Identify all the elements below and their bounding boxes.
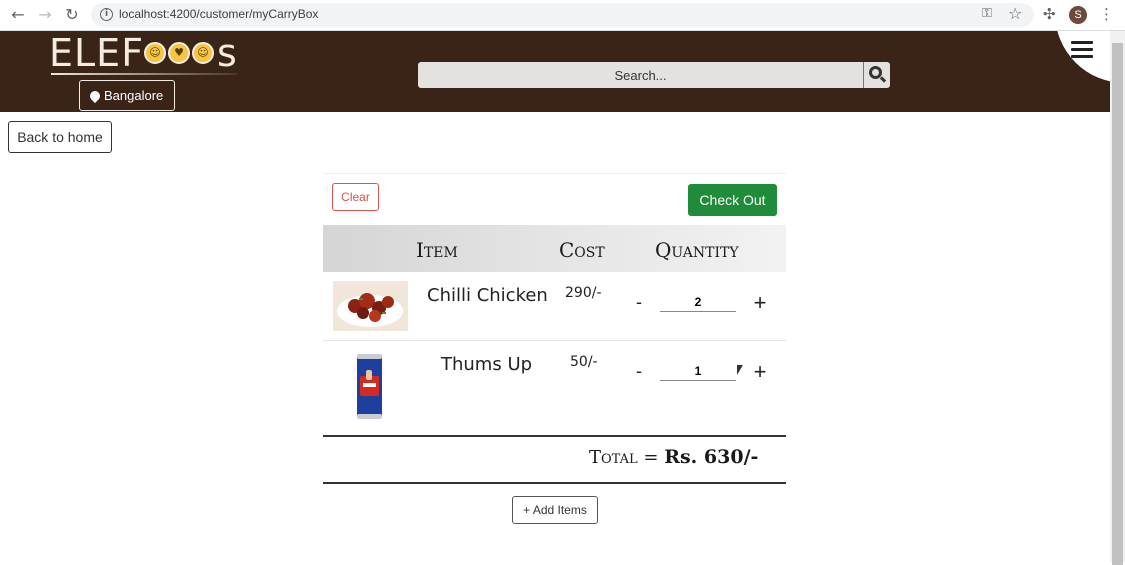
search-button[interactable] — [863, 62, 890, 88]
back-to-home-button[interactable]: Back to home — [8, 121, 112, 153]
quantity-input[interactable] — [660, 292, 736, 312]
elefoods-logo[interactable]: ELEF ☺ ♥ ☺ s — [49, 31, 239, 77]
total-divider-top — [323, 435, 786, 437]
back-arrow-icon[interactable]: ← — [8, 6, 28, 24]
cart-table-header: Item Cost Quantity — [323, 225, 786, 272]
key-icon[interactable]: ⚿ — [982, 6, 992, 21]
heart-eyes-emoji-icon: ♥ — [168, 42, 190, 64]
column-header-quantity: Quantity — [655, 238, 739, 262]
forward-arrow-icon[interactable]: → — [35, 6, 55, 24]
info-icon[interactable]: i — [100, 8, 113, 21]
app-header: ELEF ☺ ♥ ☺ s Bangalore — [0, 31, 1110, 112]
bookmark-star-icon[interactable]: ☆ — [1008, 4, 1022, 23]
url-text[interactable]: localhost:4200/customer/myCarryBox — [119, 7, 318, 21]
logo-wordmark-end: s — [217, 31, 238, 75]
item-name: Thums Up — [441, 354, 533, 375]
location-button[interactable]: Bangalore — [79, 80, 175, 111]
decrease-quantity-button[interactable]: - — [629, 292, 649, 312]
clear-button[interactable]: Clear — [332, 183, 379, 211]
total-divider-bottom — [323, 482, 786, 484]
location-label: Bangalore — [104, 88, 164, 103]
search-icon-handle — [879, 76, 887, 83]
profile-avatar[interactable]: S — [1069, 6, 1087, 24]
increase-quantity-button[interactable]: + — [750, 290, 770, 315]
browser-toolbar: ← → ↻ i localhost:4200/customer/myCarryB… — [0, 0, 1125, 31]
thums-up-can-image — [357, 354, 382, 419]
chilli-chicken-image — [333, 281, 408, 331]
column-header-cost: Cost — [559, 238, 605, 262]
browser-menu-icon[interactable]: ⋮ — [1099, 5, 1114, 23]
address-bar[interactable]: i localhost:4200/customer/myCarryBox ⚿ ☆ — [91, 3, 1034, 27]
cart-row: Chilli Chicken 290/- - + — [323, 272, 786, 341]
item-name: Chilli Chicken — [427, 285, 548, 306]
increase-quantity-button[interactable]: + — [750, 359, 770, 384]
hamburger-menu-icon[interactable] — [1071, 41, 1093, 59]
total-label: Total = — [589, 447, 659, 468]
add-items-button[interactable]: + Add Items — [512, 496, 598, 524]
total-amount: Rs. 630/- — [664, 446, 759, 468]
logo-wordmark: ELEF — [49, 31, 145, 75]
item-cost: 290/- — [565, 285, 602, 301]
extensions-icon[interactable]: ✣ — [1043, 5, 1056, 23]
smiley-emoji-icon: ☺ — [144, 42, 166, 64]
halo-emoji-icon: ☺ — [192, 42, 214, 64]
scrollbar-thumb[interactable] — [1112, 43, 1123, 565]
logo-underline — [51, 73, 237, 75]
item-cost: 50/- — [570, 354, 598, 370]
search-bar — [418, 62, 890, 88]
page-scrollbar[interactable] — [1110, 31, 1125, 565]
quantity-input[interactable] — [660, 361, 736, 381]
cart-total: Total = Rs. 630/- — [589, 446, 758, 468]
decrease-quantity-button[interactable]: - — [629, 361, 649, 381]
cart-box: Clear Check Out Item Cost Quantity Chill… — [323, 173, 786, 524]
column-header-item: Item — [416, 238, 458, 262]
reload-icon[interactable]: ↻ — [62, 6, 82, 24]
cart-row: Thums Up 50/- - + — [323, 341, 786, 435]
mouse-cursor-icon — [737, 365, 743, 375]
search-input[interactable] — [418, 62, 863, 88]
checkout-button[interactable]: Check Out — [688, 184, 777, 216]
map-pin-icon — [87, 88, 103, 104]
